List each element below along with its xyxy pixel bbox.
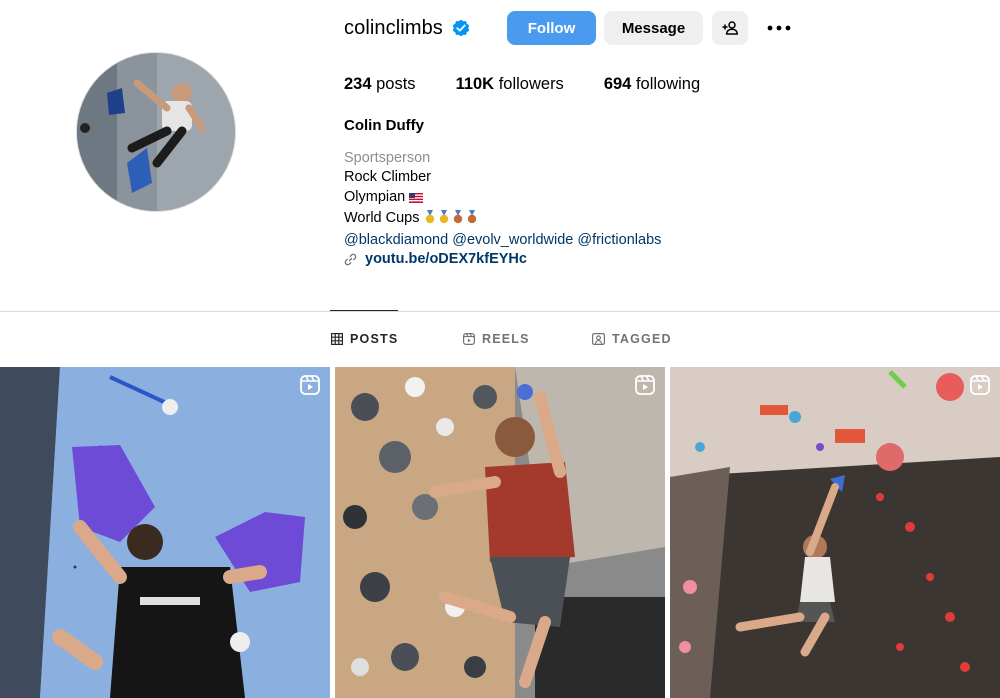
grid-icon bbox=[331, 333, 343, 345]
reel-badge-icon bbox=[635, 375, 655, 395]
profile-header: colinclimbs bbox=[344, 10, 471, 46]
tab-tagged[interactable]: TAGGED bbox=[592, 332, 672, 346]
post-thumbnail[interactable] bbox=[0, 367, 330, 698]
suggested-accounts-button[interactable] bbox=[712, 11, 748, 45]
us-flag-icon bbox=[409, 190, 424, 209]
gold-medal-icon bbox=[439, 210, 448, 224]
more-icon bbox=[767, 25, 791, 31]
more-options-button[interactable] bbox=[762, 14, 796, 42]
bronze-medal-icon bbox=[467, 210, 476, 224]
following-value: 694 bbox=[603, 75, 632, 93]
tab-posts[interactable]: POSTS bbox=[331, 332, 398, 346]
following-count[interactable]: 694 following bbox=[604, 75, 700, 94]
tab-reels-label: REELS bbox=[482, 332, 530, 346]
tagged-icon bbox=[592, 333, 605, 345]
bio-line-olympian-text: Olympian bbox=[344, 188, 406, 205]
external-link-text: youtu.be/oDEX7kfEYHc bbox=[365, 251, 527, 268]
username: colinclimbs bbox=[344, 16, 443, 39]
bio-mentions[interactable]: @blackdiamond @evolv_worldwide @friction… bbox=[344, 231, 661, 250]
post-thumbnail[interactable] bbox=[670, 367, 1000, 698]
following-label: following bbox=[635, 75, 701, 93]
reel-badge-icon bbox=[300, 375, 320, 395]
profile-category: Sportsperson bbox=[344, 150, 431, 166]
tab-tagged-label: TAGGED bbox=[612, 332, 672, 346]
medals-icon bbox=[424, 210, 482, 230]
profile-stats: 234 posts 110K followers 694 following bbox=[344, 75, 740, 94]
message-button[interactable]: Message bbox=[604, 11, 703, 45]
followers-count[interactable]: 110K followers bbox=[456, 75, 564, 94]
posts-grid bbox=[0, 367, 1000, 698]
full-name: Colin Duffy bbox=[344, 117, 424, 134]
posts-label: posts bbox=[376, 75, 416, 93]
tab-posts-label: POSTS bbox=[350, 332, 399, 346]
profile-avatar[interactable] bbox=[76, 52, 236, 212]
verified-badge-icon bbox=[451, 18, 471, 38]
active-tab-indicator bbox=[330, 310, 398, 311]
add-person-icon bbox=[722, 21, 738, 35]
followers-value: 110K bbox=[455, 75, 495, 93]
followers-label: followers bbox=[498, 75, 564, 93]
tab-reels[interactable]: REELS bbox=[463, 332, 530, 346]
post-thumbnail[interactable] bbox=[335, 367, 665, 698]
posts-value: 234 bbox=[344, 75, 372, 93]
external-link[interactable]: youtu.be/oDEX7kfEYHc bbox=[344, 250, 661, 269]
reel-badge-icon bbox=[970, 375, 990, 395]
bronze-medal-icon bbox=[453, 210, 462, 224]
bio-line-rock-climber: Rock Climber bbox=[344, 169, 432, 186]
profile-bio: Sportsperson Rock Climber Olympian World… bbox=[344, 149, 661, 269]
posts-count: 234 posts bbox=[344, 75, 416, 94]
reels-icon bbox=[463, 333, 475, 345]
follow-button[interactable]: Follow bbox=[507, 11, 596, 45]
bio-line-world-cups: World Cups bbox=[344, 209, 661, 230]
tabs-divider bbox=[0, 311, 1000, 312]
link-icon bbox=[344, 253, 357, 266]
bio-line-olympian: Olympian bbox=[344, 188, 661, 209]
gold-medal-icon bbox=[425, 210, 434, 224]
bio-line-world-cups-text: World Cups bbox=[344, 210, 420, 227]
